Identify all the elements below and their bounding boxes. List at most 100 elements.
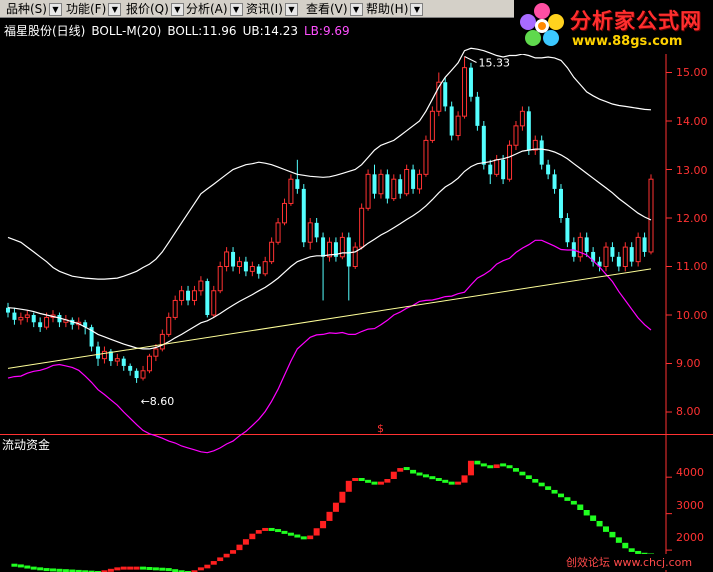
candle-body-up	[352, 246, 358, 268]
candle-body-up	[494, 159, 500, 175]
candle-body-down	[256, 266, 261, 274]
candle-body-down	[584, 237, 589, 252]
candle-body-down	[398, 179, 403, 194]
candle-body-down	[31, 315, 36, 323]
flow-bar-up	[230, 550, 237, 554]
flow-bar-down	[410, 469, 417, 474]
candle-body-up	[417, 173, 423, 190]
candle-body-down	[468, 67, 473, 97]
candle-body-up	[217, 266, 223, 292]
candle-body-up	[455, 115, 461, 137]
watermark: 创效论坛 www.chcj.com	[566, 554, 693, 570]
flow-bar-down	[512, 468, 519, 472]
signal-mark: $	[377, 422, 384, 435]
candle-body-up	[507, 144, 513, 180]
indicator-name: BOLL-M(20)	[91, 24, 162, 38]
flow-bar-down	[152, 567, 159, 571]
ub-value: UB:14.23	[242, 24, 298, 38]
boll-lower-line	[7, 239, 652, 454]
flow-bar-up	[377, 481, 384, 485]
flow-bar-down	[435, 478, 442, 481]
candle-body-up	[224, 251, 230, 267]
flow-bar-down	[538, 482, 545, 487]
flow-bar-down	[583, 510, 590, 516]
flow-bar-down	[422, 474, 429, 478]
flow-bar-down	[590, 515, 597, 521]
flow-bar-up	[217, 557, 224, 562]
flow-panel-title: 流动资金	[2, 438, 51, 452]
candle-body-up	[423, 139, 429, 175]
flow-bar-down	[30, 566, 37, 570]
flow-bar-up	[339, 491, 346, 503]
candle-body-up	[635, 236, 641, 263]
flow-bar-down	[615, 537, 622, 543]
candle-body-up	[140, 370, 146, 379]
candle-body-up	[404, 169, 410, 195]
candle-body-up	[519, 110, 525, 127]
flow-tick-label: 4000	[676, 466, 704, 479]
logo-title: 分析家公式网	[570, 9, 702, 33]
flow-bar-up	[249, 533, 256, 540]
flow-bar-up	[455, 481, 462, 485]
flow-bar-up	[345, 480, 352, 492]
flow-bar-down	[500, 463, 507, 467]
candle-body-up	[236, 261, 242, 267]
flow-bar-down	[480, 463, 487, 467]
candle-body-down	[546, 164, 551, 175]
price-tick-label: 14.00	[676, 115, 708, 128]
flow-bar-down	[577, 504, 584, 510]
candle-body-down	[629, 247, 634, 262]
candle-body-down	[385, 174, 390, 199]
candle-body-up	[429, 110, 435, 141]
flow-bar-up	[384, 479, 391, 483]
candle-body-down	[616, 256, 621, 267]
flow-bar-down	[37, 567, 44, 571]
candle-body-down	[475, 96, 480, 126]
flow-bar-down	[622, 542, 629, 549]
candle-body-down	[411, 169, 416, 189]
flow-bar-down	[403, 467, 410, 471]
lb-value: LB:9.69	[303, 24, 350, 38]
flow-bar-down	[358, 478, 365, 481]
flow-bar-up	[326, 511, 333, 521]
candle-body-up	[24, 314, 30, 318]
candle-body-down	[205, 281, 210, 315]
candle-body-up	[288, 178, 294, 204]
candle-body-up	[339, 236, 345, 258]
flow-bar-down	[24, 565, 31, 569]
candle-body-down	[186, 290, 191, 301]
trend-line	[7, 268, 652, 369]
candle-body-up	[269, 241, 275, 263]
flow-bar-down	[281, 530, 288, 534]
flow-tick-label: 3000	[676, 499, 704, 512]
flow-bar-down	[17, 564, 24, 568]
flow-bar-down	[506, 465, 513, 469]
candle-body-up	[307, 222, 313, 243]
price-tick-label: 13.00	[676, 164, 708, 177]
flow-bar-up	[210, 561, 217, 565]
flow-bar-up	[127, 566, 134, 570]
flow-bar-down	[43, 568, 50, 572]
flow-bar-down	[474, 460, 481, 465]
candle-body-up	[249, 266, 255, 272]
candle-body-up	[146, 355, 152, 372]
flow-bar-down	[294, 534, 301, 538]
candle-body-up	[18, 316, 24, 321]
candle-body-up	[262, 261, 268, 275]
candle-body-down	[610, 247, 615, 257]
candle-body-down	[12, 312, 17, 320]
candle-body-down	[488, 164, 493, 175]
candle-body-up	[44, 316, 50, 328]
candle-body-up	[172, 299, 178, 318]
high-label: 15.33	[479, 56, 511, 69]
candle-body-down	[449, 106, 454, 136]
flow-bar-down	[268, 527, 275, 531]
candle-body-down	[6, 307, 10, 313]
chart-canvas[interactable]: 15.33 ←8.60 $	[0, 0, 713, 572]
flow-bar-down	[602, 526, 609, 532]
flow-bar-down	[525, 475, 532, 479]
indicator-legend: 福星股份(日线) BOLL-M(20) BOLL:11.96 UB:14.23 LB:9…	[4, 22, 356, 39]
high-marker	[464, 56, 477, 63]
flow-bar-down	[609, 531, 616, 538]
site-logo: 分析家公式网 www.88gs.com	[514, 0, 713, 54]
